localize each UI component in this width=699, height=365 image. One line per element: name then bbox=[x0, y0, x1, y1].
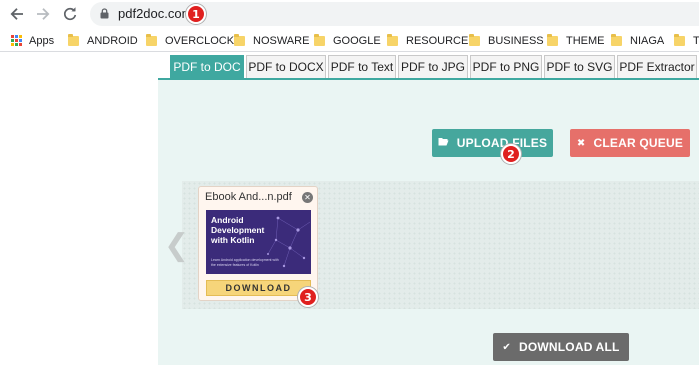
bookmark-theme[interactable]: THEME bbox=[547, 33, 605, 48]
close-icon: ✖ bbox=[576, 137, 586, 149]
checkmark-icon: ✔ bbox=[502, 341, 511, 353]
download-button[interactable]: DOWNLOAD bbox=[206, 280, 311, 296]
bookmark-t[interactable]: T bbox=[674, 33, 699, 48]
forward-icon[interactable] bbox=[34, 5, 52, 23]
upload-files-button[interactable]: UPLOAD FILES bbox=[432, 129, 553, 157]
folder-icon bbox=[314, 33, 325, 46]
download-all-button[interactable]: ✔ DOWNLOAD ALL bbox=[493, 333, 629, 361]
bookmark-niaga[interactable]: NIAGA bbox=[611, 33, 664, 48]
bookmark-google[interactable]: GOOGLE bbox=[314, 33, 381, 48]
apps-label: Apps bbox=[29, 34, 55, 47]
file-card: Ebook And...n.pdf ✕ Android Development … bbox=[198, 186, 318, 301]
remove-file-icon[interactable]: ✕ bbox=[302, 192, 313, 203]
browser-window: pdf2doc.com 1 Apps ANDROID OVERCLOCK NOS… bbox=[0, 0, 699, 365]
step-badge: 1 bbox=[186, 4, 206, 24]
bookmarks-bar: Apps ANDROID OVERCLOCK NOSWARE GOOGLE RE… bbox=[0, 28, 699, 52]
tab-pdf-to-text[interactable]: PDF to Text bbox=[328, 55, 396, 78]
navigation-bar: pdf2doc.com 1 bbox=[0, 0, 699, 28]
back-icon[interactable] bbox=[8, 5, 26, 23]
tab-pdf-to-jpg[interactable]: PDF to JPG bbox=[398, 55, 468, 78]
reload-icon[interactable] bbox=[61, 5, 79, 23]
lock-icon bbox=[100, 8, 109, 19]
tab-pdf-to-png[interactable]: PDF to PNG bbox=[470, 55, 542, 78]
folder-icon bbox=[674, 33, 685, 46]
folder-open-icon bbox=[438, 137, 449, 149]
bookmark-business[interactable]: BUSINESS bbox=[469, 33, 544, 48]
tab-pdf-to-svg[interactable]: PDF to SVG bbox=[544, 55, 615, 78]
tab-pdf-to-docx[interactable]: PDF to DOCX bbox=[246, 55, 326, 78]
bookmark-label: OVERCLOCK bbox=[165, 34, 235, 47]
tab-pdf-to-doc[interactable]: PDF to DOC bbox=[170, 55, 244, 78]
apps-grid-icon bbox=[11, 35, 22, 46]
bookmark-label: THEME bbox=[566, 34, 605, 47]
url-text: pdf2doc.com bbox=[118, 6, 193, 21]
bookmark-resource[interactable]: RESOURCE bbox=[387, 33, 468, 48]
book-subtitle: Learn Android application development wi… bbox=[211, 258, 279, 267]
bookmark-label: ANDROID bbox=[87, 34, 138, 47]
bookmark-nosware[interactable]: NOSWARE bbox=[234, 33, 309, 48]
folder-icon bbox=[68, 33, 79, 46]
bookmark-label: GOOGLE bbox=[333, 34, 381, 47]
page-left-margin bbox=[0, 53, 158, 365]
folder-icon bbox=[611, 33, 622, 46]
address-bar[interactable]: pdf2doc.com bbox=[90, 2, 699, 26]
chevron-left-icon[interactable]: ❮ bbox=[164, 231, 189, 261]
bookmark-label: T bbox=[693, 34, 699, 47]
tab-pdf-extractor[interactable]: PDF Extractor bbox=[617, 55, 697, 78]
apps-shortcut[interactable]: Apps bbox=[11, 33, 54, 48]
folder-icon bbox=[547, 33, 558, 46]
bookmark-android[interactable]: ANDROID bbox=[68, 33, 138, 48]
bookmark-label: NIAGA bbox=[630, 34, 665, 47]
file-name: Ebook And...n.pdf bbox=[205, 191, 292, 203]
clear-queue-button[interactable]: ✖ CLEAR QUEUE bbox=[570, 129, 690, 157]
book-title: Android Development with Kotlin bbox=[211, 215, 265, 245]
download-all-label: DOWNLOAD ALL bbox=[518, 340, 620, 354]
folder-icon bbox=[469, 33, 480, 46]
step-badge: 2 bbox=[501, 144, 521, 164]
bookmark-label: BUSINESS bbox=[488, 34, 544, 47]
step-badge: 3 bbox=[298, 287, 318, 307]
folder-icon bbox=[387, 33, 398, 46]
bookmark-label: RESOURCE bbox=[406, 34, 469, 47]
folder-icon bbox=[146, 33, 157, 46]
bookmark-overclock[interactable]: OVERCLOCK bbox=[146, 33, 234, 48]
converter-tabs: PDF to DOC PDF to DOCX PDF to Text PDF t… bbox=[158, 53, 699, 79]
file-thumbnail: Android Development with Kotlin Learn An… bbox=[206, 210, 311, 274]
clear-queue-label: CLEAR QUEUE bbox=[593, 136, 684, 150]
bookmark-label: NOSWARE bbox=[253, 34, 310, 47]
folder-icon bbox=[234, 33, 245, 46]
